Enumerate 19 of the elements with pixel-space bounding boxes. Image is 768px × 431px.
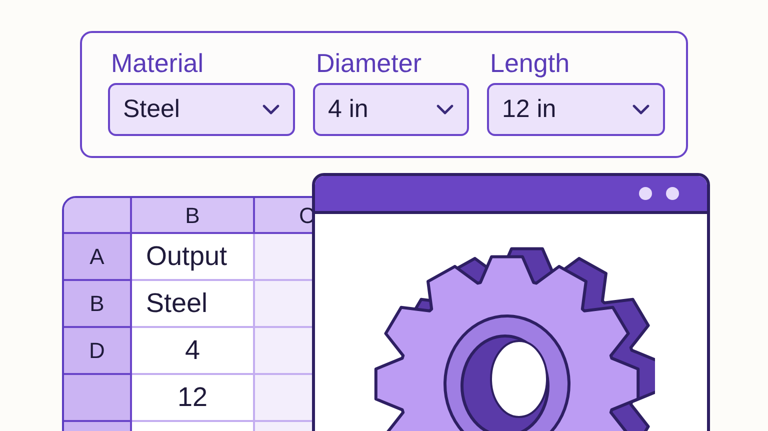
dropdown[interactable]: 4 in [313, 83, 469, 136]
field-label: Material [110, 47, 204, 79]
chevron-down-icon [436, 104, 454, 115]
field-label: Length [489, 47, 571, 79]
dropdown-value: 12 in [502, 94, 556, 125]
row-header: D [64, 328, 132, 375]
window-control-icon[interactable] [639, 187, 652, 200]
field-label: Diameter [315, 47, 422, 79]
dropdown-value: 4 in [328, 94, 368, 125]
corner-cell [64, 198, 132, 234]
dropdown-value: Steel [123, 94, 180, 125]
dropdown[interactable]: Steel [108, 83, 295, 136]
window-control-icon[interactable] [666, 187, 679, 200]
chevron-down-icon [262, 104, 280, 115]
chevron-down-icon [632, 104, 650, 115]
row-header: B [64, 281, 132, 328]
column-header: B [132, 198, 255, 234]
row-header: A [64, 234, 132, 281]
dropdown[interactable]: 12 in [487, 83, 665, 136]
